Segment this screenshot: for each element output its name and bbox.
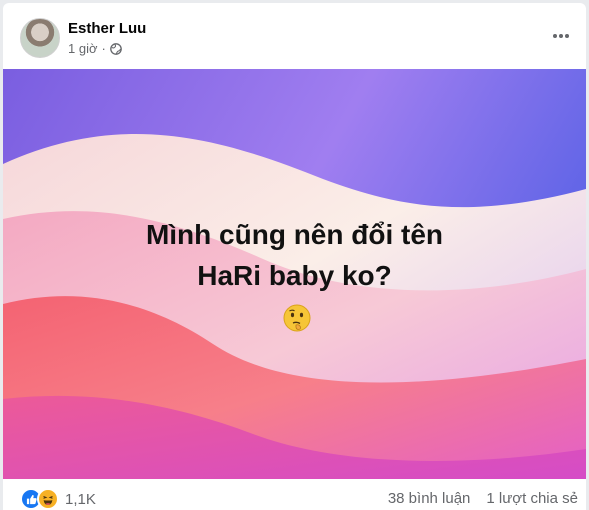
reaction-count: 1,1K: [65, 490, 96, 508]
more-options-icon[interactable]: [550, 25, 572, 47]
image-caption-line2: HaRi baby ko?: [197, 260, 392, 291]
globe-icon[interactable]: [109, 42, 122, 55]
post-card: Esther Luu 1 giờ · Mình cũng nên đổi tên…: [3, 3, 586, 510]
post-meta: 1 giờ ·: [68, 41, 122, 56]
post-time[interactable]: 1 giờ: [68, 41, 98, 56]
post-footer: 1,1K 38 bình luận 1 lượt chia sẻ: [3, 479, 586, 510]
comments-count[interactable]: 38 bình luận: [388, 490, 471, 507]
haha-icon: [37, 488, 59, 510]
reaction-summary[interactable]: 1,1K: [20, 488, 96, 510]
shares-count[interactable]: 1 lượt chia sẻ: [486, 490, 578, 507]
image-caption-line1: Mình cũng nên đổi tên: [145, 219, 444, 250]
post-header: Esther Luu 1 giờ ·: [3, 3, 586, 69]
author-name[interactable]: Esther Luu: [68, 20, 146, 37]
author-avatar[interactable]: [20, 18, 60, 58]
thinking-face-emoji: [283, 304, 311, 332]
post-image[interactable]: Mình cũng nên đổi tên HaRi baby ko?: [3, 69, 586, 479]
engagement-stats: 38 bình luận 1 lượt chia sẻ: [388, 490, 578, 507]
